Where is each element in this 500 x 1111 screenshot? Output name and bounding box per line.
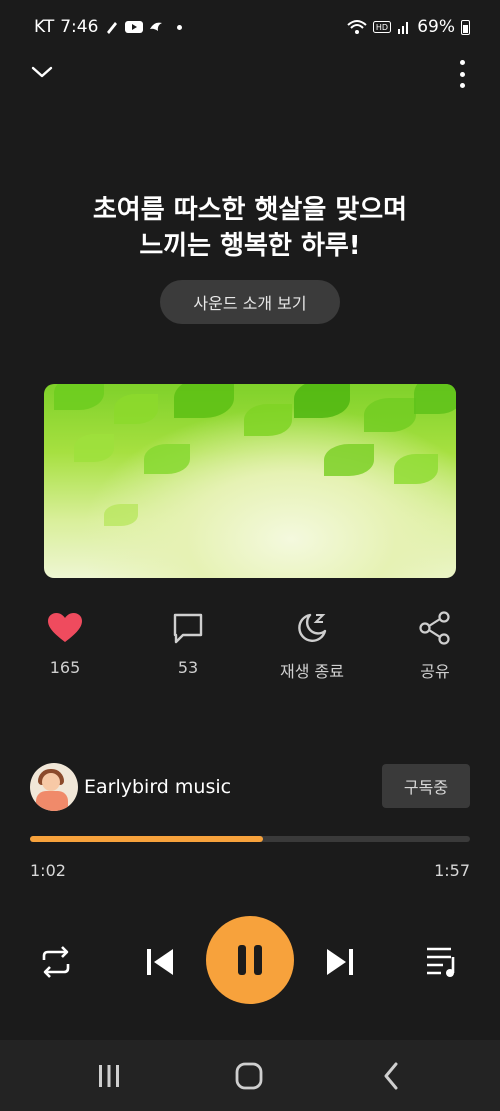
recent-apps-button[interactable]	[94, 1062, 124, 1090]
svg-text:HD: HD	[376, 23, 388, 32]
previous-icon	[147, 949, 173, 975]
bird-icon	[150, 22, 163, 31]
share-label: 공유	[420, 662, 450, 681]
status-bar: KT 7:46 HD 69%	[0, 0, 500, 56]
playlist-icon	[427, 947, 455, 977]
comment-icon	[173, 613, 203, 644]
track-title: 초여름 따스한 햇살을 맞으며 느끼는 행복한 하루!	[0, 192, 500, 264]
youtube-icon	[125, 21, 144, 33]
wifi-icon	[347, 20, 367, 34]
hd-icon: HD	[373, 21, 392, 33]
album-artwork	[44, 384, 456, 578]
battery-percent: 69%	[417, 17, 455, 37]
repeat-button[interactable]	[36, 942, 76, 982]
more-vertical-icon[interactable]	[456, 60, 468, 88]
heart-icon	[48, 613, 82, 642]
progress-bar[interactable]	[30, 836, 470, 842]
home-icon	[235, 1062, 263, 1090]
repeat-icon	[42, 946, 70, 978]
share-icon	[419, 611, 450, 645]
carrier-label: KT	[34, 17, 55, 37]
comment-button[interactable]: 53	[133, 610, 243, 677]
clock: 7:46	[60, 17, 99, 37]
battery-icon	[461, 19, 470, 35]
comment-count: 53	[177, 658, 199, 677]
back-icon	[384, 1062, 398, 1090]
sleep-timer-label: 재생 종료	[280, 662, 344, 681]
share-button[interactable]: 공유	[380, 610, 490, 682]
pause-icon	[238, 945, 262, 975]
system-nav-bar	[0, 1040, 500, 1111]
pen-icon	[107, 22, 118, 34]
previous-button[interactable]	[140, 942, 180, 982]
next-button[interactable]	[320, 942, 360, 982]
signal-icon	[398, 22, 409, 34]
recent-apps-icon	[99, 1065, 119, 1087]
title-line-1: 초여름 따스한 햇살을 맞으며	[92, 195, 408, 225]
next-icon	[327, 949, 353, 975]
home-button[interactable]	[234, 1062, 264, 1090]
action-row: 165 53 재생 종료 공유	[0, 610, 500, 682]
pause-button[interactable]	[206, 916, 294, 1004]
sound-intro-button[interactable]: 사운드 소개 보기	[160, 280, 340, 324]
subscribe-button[interactable]: 구독중	[382, 764, 470, 808]
like-button[interactable]: 165	[10, 610, 120, 677]
title-line-2: 느끼는 행복한 하루!	[139, 231, 361, 261]
like-count: 165	[49, 658, 81, 677]
back-button[interactable]	[376, 1062, 406, 1090]
chevron-down-icon[interactable]	[30, 62, 54, 82]
channel-name[interactable]: Earlybird music	[84, 776, 231, 798]
avatar[interactable]	[30, 763, 78, 811]
progress-fill	[30, 836, 264, 842]
moon-zzz-icon	[298, 613, 327, 642]
playlist-button[interactable]	[422, 942, 462, 982]
sleep-timer-button[interactable]: 재생 종료	[257, 610, 367, 682]
dot-icon	[177, 24, 183, 30]
current-time: 1:02	[30, 861, 66, 880]
total-time: 1:57	[434, 861, 470, 880]
